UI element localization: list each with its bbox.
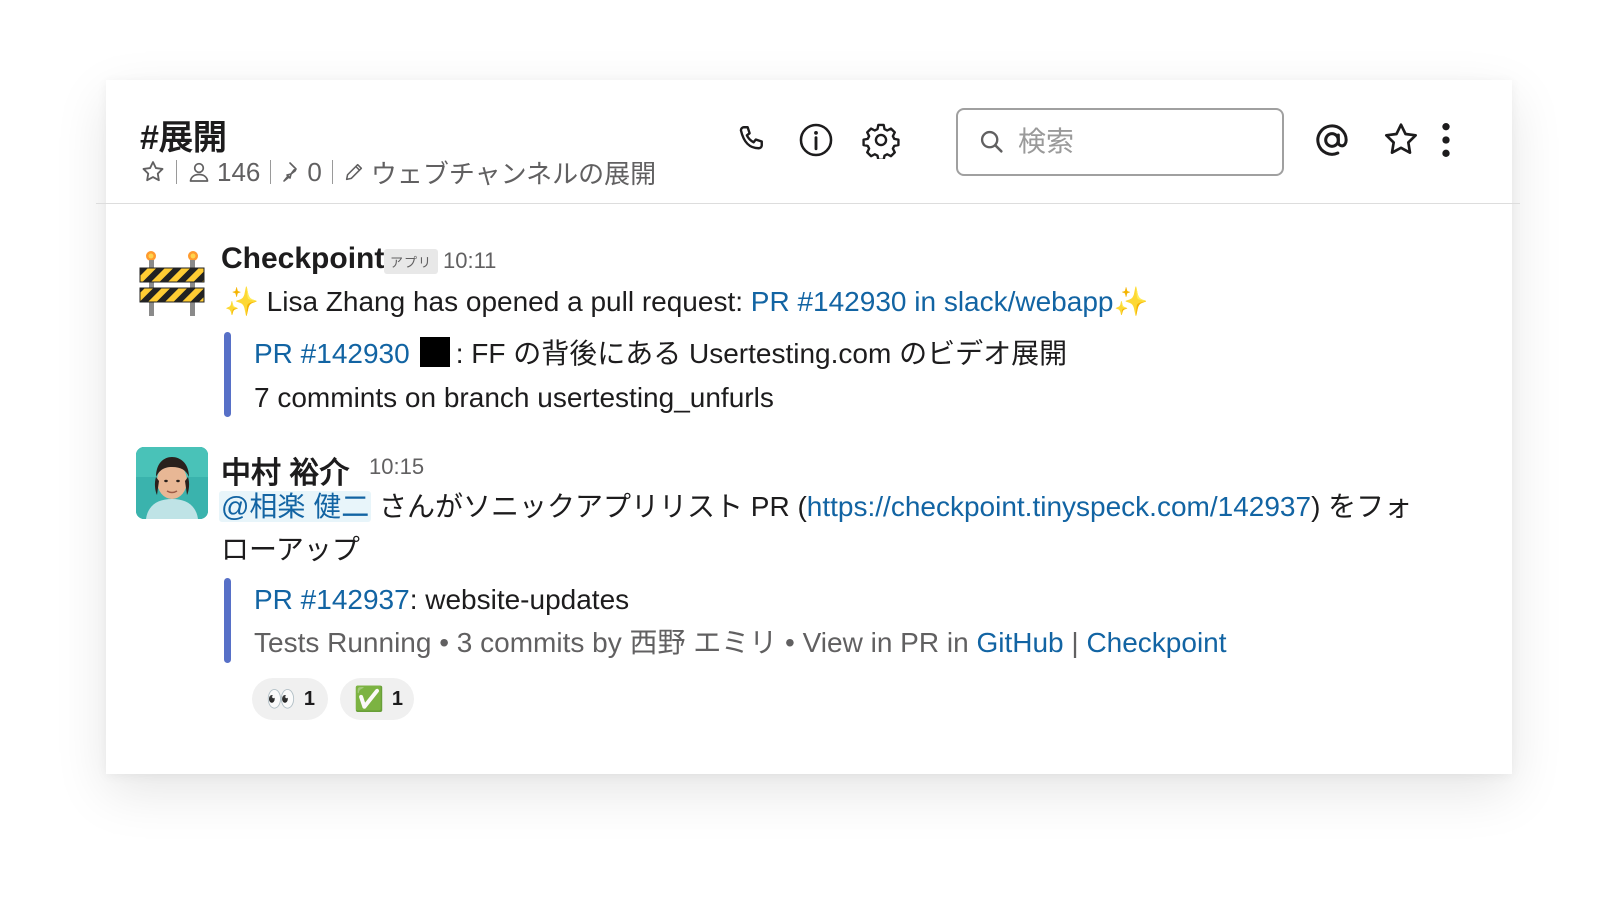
sparkles-icon: ✨ [1113,286,1149,317]
more-icon[interactable] [1422,116,1470,164]
attachment-meta-text: Tests Running • 3 commits by 西野 エミリ • Vi… [254,627,977,658]
channel-meta: 146 0 ウェブチャンネルの展開 [140,154,656,190]
search-input[interactable] [1016,125,1270,159]
attachment-bar [224,332,231,417]
black-square-icon [419,337,450,367]
attachment-pr-link[interactable]: PR #142937 [254,584,410,615]
message-text: ✨ Lisa Zhang has opened a pull request: … [224,282,1148,322]
link-separator: | [1063,627,1087,658]
sender-name[interactable]: Checkpoint [221,242,384,276]
message-time[interactable]: 10:11 [443,248,496,274]
slack-window: #展開 146 0 ウェブチャンネルの展開 検索 Checkpoint アプリ … [96,80,1520,774]
avatar[interactable] [136,447,208,519]
attachment-title-text: : website-updates [409,584,630,615]
eyes-icon: 👀 [266,685,296,713]
info-icon[interactable] [792,116,840,164]
pin-count[interactable]: 0 [307,157,321,188]
check-mark-icon: ✅ [354,685,384,713]
checkpoint-link[interactable]: Checkpoint [1086,627,1226,658]
attachment-title: PR #142937: website-updates [254,580,629,620]
attachment-subtitle: 7 commints on branch usertesting_unfurls [254,382,774,413]
github-link[interactable]: GitHub [976,627,1063,658]
message-time[interactable]: 10:15 [369,454,424,480]
reaction-count: 1 [391,687,404,710]
gear-icon[interactable] [857,116,905,164]
checkpoint-url-link[interactable]: https://checkpoint.tinyspeck.com/142937 [807,491,1311,522]
reaction-check[interactable]: ✅ 1 [340,678,414,720]
construction-barrier-icon [139,251,205,316]
channel-header: #展開 146 0 ウェブチャンネルの展開 [106,80,1512,204]
message-body: さんがソニックアプリリスト PR ( [371,491,807,522]
channel-topic[interactable]: ウェブチャンネルの展開 [371,154,656,191]
header-divider [96,203,1520,204]
star-icon[interactable] [1377,116,1425,164]
avatar[interactable] [136,246,208,318]
search-icon [978,128,1006,156]
phone-icon[interactable] [728,116,776,164]
pencil-icon[interactable] [343,161,365,183]
reaction-count: 1 [303,687,316,710]
member-icon[interactable] [187,160,211,184]
message-text-line-1: @相楽 健二 さんがソニックアプリリスト PR (https://checkpo… [219,487,1412,527]
user-photo-icon [136,447,208,519]
search-box[interactable] [956,108,1284,176]
attachment-meta: Tests Running • 3 commits by 西野 エミリ • Vi… [254,623,1227,663]
attachment-bar [224,578,231,663]
pr-link[interactable]: PR #142930 in slack/webapp [751,286,1114,317]
meta-divider [331,160,333,184]
meta-divider [176,160,177,184]
meta-divider [270,160,272,184]
message-body: ) をフォ [1311,491,1413,522]
sparkles-icon: ✨ [224,286,259,317]
user-mention[interactable]: @相楽 健二 [219,491,372,522]
message-body: Lisa Zhang has opened a pull request: [266,286,751,317]
at-icon[interactable] [1308,116,1356,164]
message-text-line-2: ローアップ [221,534,360,565]
app-badge: アプリ [384,249,439,274]
member-count[interactable]: 146 [217,157,260,188]
attachment-title-text: : FF の背後にある Usertesting.com のビデオ展開 [455,338,1068,369]
reaction-eyes[interactable]: 👀 1 [252,678,328,720]
channel-title[interactable]: #展開 [140,110,227,159]
star-outline-icon[interactable] [140,159,166,185]
attachment-title: PR #142930 : FF の背後にある Usertesting.com のビ… [254,334,1067,374]
attachment-pr-link[interactable]: PR #142930 [254,338,410,369]
pin-icon[interactable] [281,160,305,184]
sender-name[interactable]: 中村 裕介 [221,448,349,492]
